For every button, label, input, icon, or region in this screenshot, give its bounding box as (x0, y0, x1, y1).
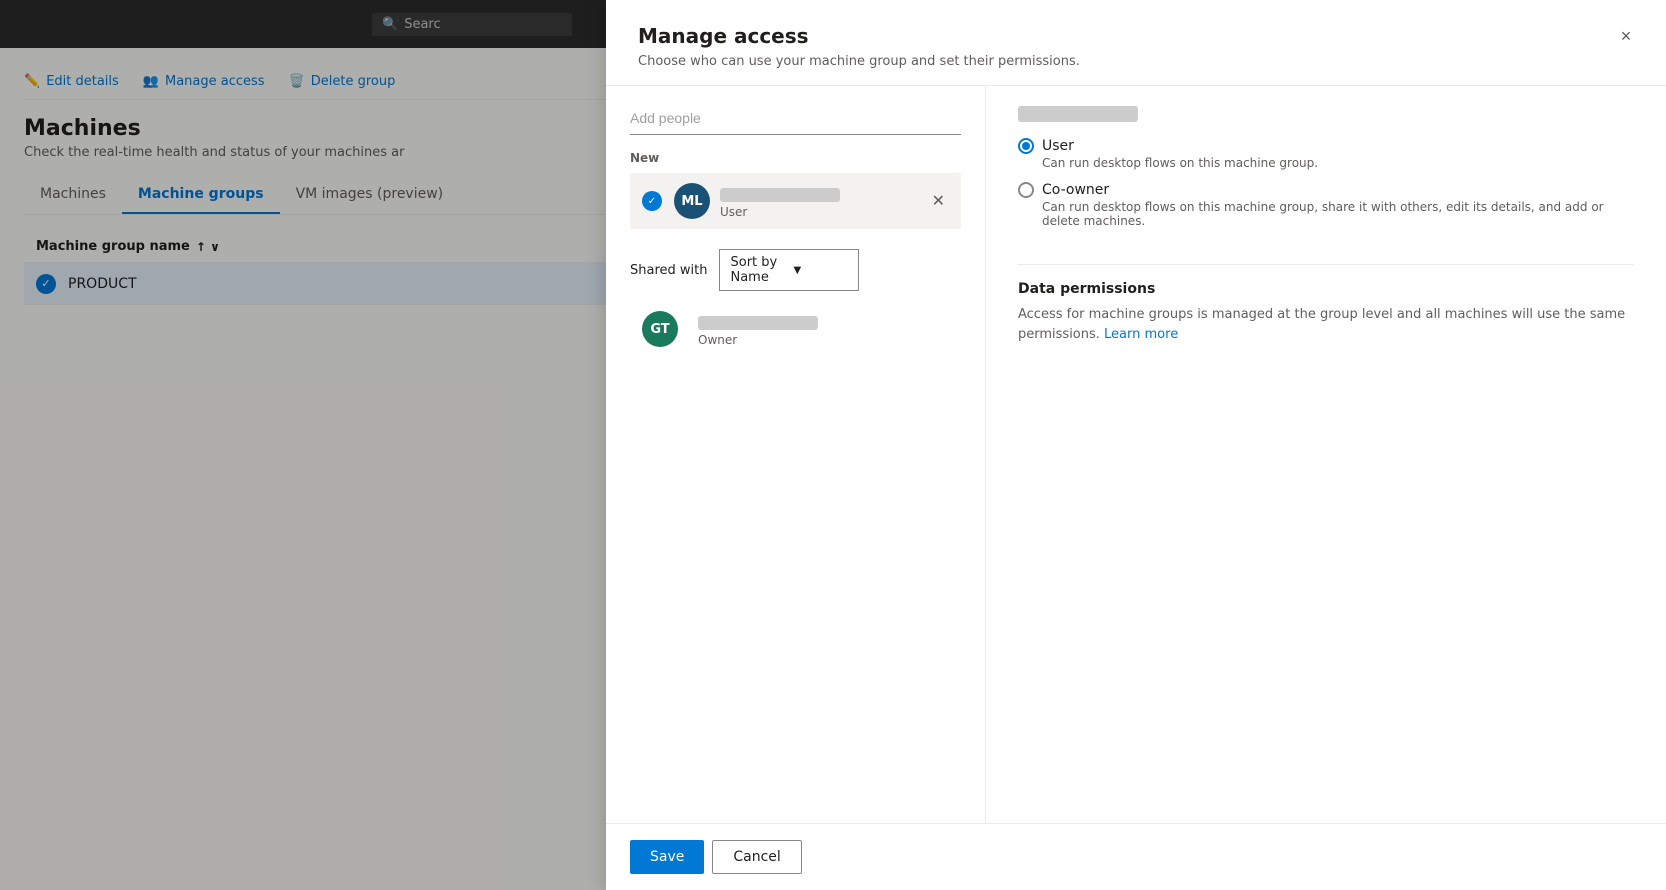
modal-header: Manage access Choose who can use your ma… (606, 0, 1666, 86)
avatar-gt: GT (642, 311, 678, 347)
user-permission-option: User Can run desktop flows on this machi… (1018, 138, 1634, 170)
user-selected-checkbox (642, 191, 662, 211)
modal-overlay: Manage access Choose who can use your ma… (0, 0, 1666, 890)
new-user-role: User (720, 205, 928, 219)
data-permissions-section: Data permissions Access for machine grou… (1018, 281, 1634, 344)
shared-user-role: Owner (698, 333, 949, 347)
add-people-input[interactable] (630, 106, 961, 135)
shared-user-info: Owner (698, 312, 949, 347)
user-radio-label: User (1042, 138, 1074, 154)
coowner-radio-label: Co-owner (1042, 182, 1109, 198)
sort-dropdown[interactable]: Sort by Name ▼ (719, 249, 859, 291)
data-permissions-text: Access for machine groups is managed at … (1018, 305, 1634, 344)
shared-with-row: Shared with Sort by Name ▼ (630, 249, 961, 291)
remove-user-button[interactable]: ✕ (928, 187, 949, 215)
coowner-radio-desc: Can run desktop flows on this machine gr… (1042, 200, 1634, 228)
new-user-name-blurred (720, 188, 840, 202)
sort-dropdown-label: Sort by Name (730, 255, 785, 285)
learn-more-link[interactable]: Learn more (1104, 327, 1178, 342)
close-button[interactable]: × (1610, 20, 1642, 52)
new-user-info: User (720, 184, 928, 219)
cancel-button[interactable]: Cancel (712, 840, 801, 874)
manage-access-modal: Manage access Choose who can use your ma… (606, 0, 1666, 890)
coowner-radio-row[interactable]: Co-owner (1018, 182, 1634, 198)
permission-title-blurred (1018, 106, 1138, 122)
modal-body: New ML User ✕ Shared with (606, 86, 1666, 823)
divider (1018, 264, 1634, 265)
list-item[interactable]: GT Owner (630, 303, 961, 355)
shared-with-label: Shared with (630, 263, 707, 278)
right-panel: User Can run desktop flows on this machi… (986, 86, 1666, 823)
coowner-radio-button[interactable] (1018, 182, 1034, 198)
shared-user-name-blurred (698, 316, 818, 330)
modal-subtitle: Choose who can use your machine group an… (638, 54, 1634, 69)
left-panel: New ML User ✕ Shared with (606, 86, 986, 823)
user-radio-row[interactable]: User (1018, 138, 1634, 154)
modal-title: Manage access (638, 24, 1634, 48)
user-radio-button[interactable] (1018, 138, 1034, 154)
new-user-item[interactable]: ML User ✕ (630, 173, 961, 229)
chevron-down-icon: ▼ (793, 265, 848, 276)
save-button[interactable]: Save (630, 840, 704, 874)
coowner-permission-option: Co-owner Can run desktop flows on this m… (1018, 182, 1634, 228)
permission-options: User Can run desktop flows on this machi… (1018, 138, 1634, 228)
data-permissions-title: Data permissions (1018, 281, 1634, 297)
avatar-ml: ML (674, 183, 710, 219)
new-label: New (630, 151, 961, 165)
modal-footer: Save Cancel (606, 823, 1666, 890)
user-radio-desc: Can run desktop flows on this machine gr… (1042, 156, 1634, 170)
shared-users-list: GT Owner (630, 303, 961, 355)
